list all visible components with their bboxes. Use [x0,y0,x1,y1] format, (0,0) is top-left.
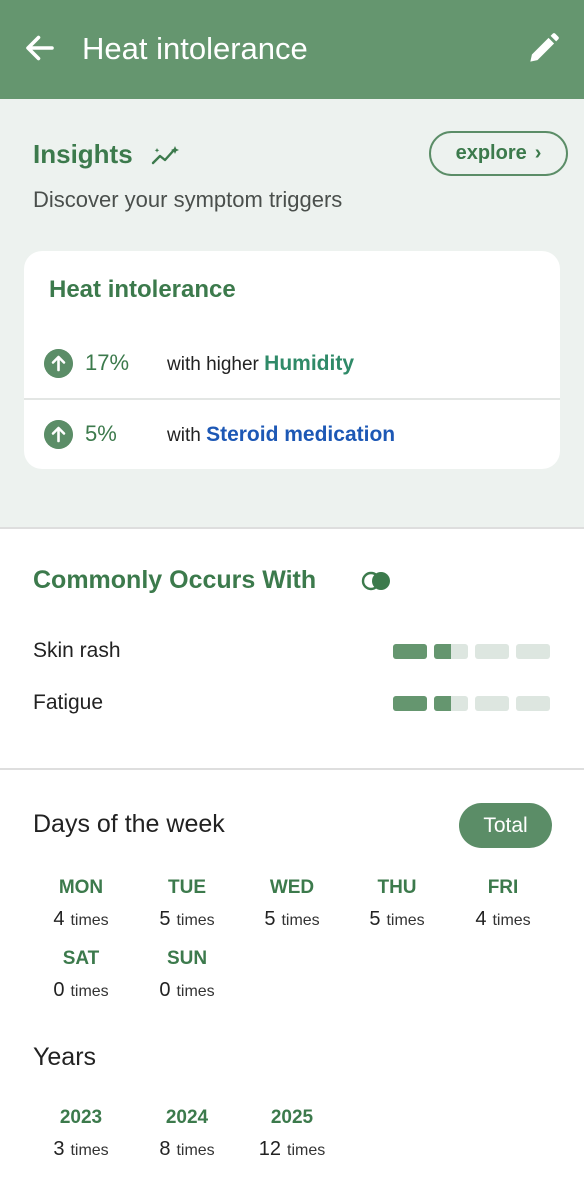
meter-fill [393,644,427,659]
year-label: 2025 [270,1107,314,1128]
meter-fill [434,696,451,711]
day-count: 4 [53,908,65,930]
trigger-row[interactable]: 17% with higher Humidity [24,328,560,400]
meter-segment [475,696,509,711]
times-unit: times [70,1142,109,1159]
total-button[interactable]: Total [459,803,552,848]
meter-segment [516,696,550,711]
explore-button[interactable]: explore › [429,131,568,176]
times-unit: times [176,983,215,1000]
day-stat: FRI 4 times [455,877,551,933]
day-label: FRI [487,877,519,898]
day-label: SAT [62,948,100,969]
year-stat: 2024 8 times [139,1107,235,1163]
day-stat: WED 5 times [244,877,340,933]
section-divider [0,768,584,770]
commonly-occurs-title: Commonly Occurs With [33,566,317,594]
trigger-percent: 5% [85,421,117,446]
trigger-prefix: with [167,425,201,446]
sparkle-trend-icon [151,146,179,165]
year-count: 3 [53,1138,65,1160]
times-unit: times [281,912,320,929]
years-title: Years [33,1043,97,1071]
insights-section: Insights explore › Discover your symptom… [0,99,584,527]
strength-meter [393,644,550,659]
day-count: 5 [264,908,276,930]
page-title: Heat intolerance [82,31,308,66]
meter-segment [393,644,427,659]
days-of-week-title: Days of the week [33,810,225,838]
year-count: 12 [258,1138,281,1160]
arrow-up-circle-icon [44,420,73,449]
insights-title: Insights [33,139,133,169]
chevron-right-icon: › [534,142,542,164]
day-count: 5 [369,908,381,930]
insight-card-title: Heat intolerance [49,276,236,303]
insights-subtitle: Discover your symptom triggers [33,187,343,212]
back-arrow-icon[interactable] [22,30,58,66]
meter-segment [393,696,427,711]
year-label: 2023 [59,1107,103,1128]
day-count: 5 [159,908,171,930]
times-unit: times [287,1142,326,1159]
insight-card[interactable]: Heat intolerance 17% with higher Humidit… [24,251,560,469]
meter-segment [475,644,509,659]
meter-fill [393,696,427,711]
app-bar: Heat intolerance [0,0,584,99]
day-stat: THU 5 times [349,877,445,933]
day-stat: MON 4 times [33,877,129,933]
times-unit: times [386,912,425,929]
times-unit: times [176,912,215,929]
trigger-text: with higher Humidity [167,352,354,376]
overlap-circles-icon [361,571,390,591]
edit-pencil-icon[interactable] [524,30,562,68]
year-label: 2024 [165,1107,209,1128]
trigger-factor: Humidity [264,352,355,375]
day-count: 0 [159,979,171,1001]
year-stat: 2023 3 times [33,1107,129,1163]
day-label: TUE [168,877,206,898]
meter-segment [434,696,468,711]
day-count: 0 [53,979,65,1001]
symptom-name: Fatigue [33,691,104,714]
times-unit: times [176,1142,215,1159]
day-stat: SUN 0 times [139,948,235,1004]
day-stat: SAT 0 times [33,948,129,1004]
day-label: WED [269,877,315,898]
meter-segment [434,644,468,659]
trigger-factor: Steroid medication [206,423,396,446]
section-divider [0,527,584,529]
times-unit: times [70,983,109,1000]
times-unit: times [492,912,531,929]
explore-label: explore [455,142,527,164]
day-count: 4 [475,908,487,930]
day-label: MON [58,877,104,898]
trigger-percent: 17% [85,350,130,375]
symptom-name: Skin rash [33,639,121,662]
trigger-text: with Steroid medication [167,423,395,447]
day-label: SUN [166,948,208,969]
strength-meter [393,696,550,711]
year-count: 8 [159,1138,171,1160]
times-unit: times [70,912,109,929]
trigger-prefix: with higher [167,354,259,375]
year-stat: 2025 12 times [244,1107,340,1163]
day-label: THU [377,877,417,898]
day-stat: TUE 5 times [139,877,235,933]
trigger-row[interactable]: 5% with Steroid medication [24,399,560,469]
meter-fill [434,644,451,659]
arrow-up-circle-icon [44,349,73,378]
meter-segment [516,644,550,659]
